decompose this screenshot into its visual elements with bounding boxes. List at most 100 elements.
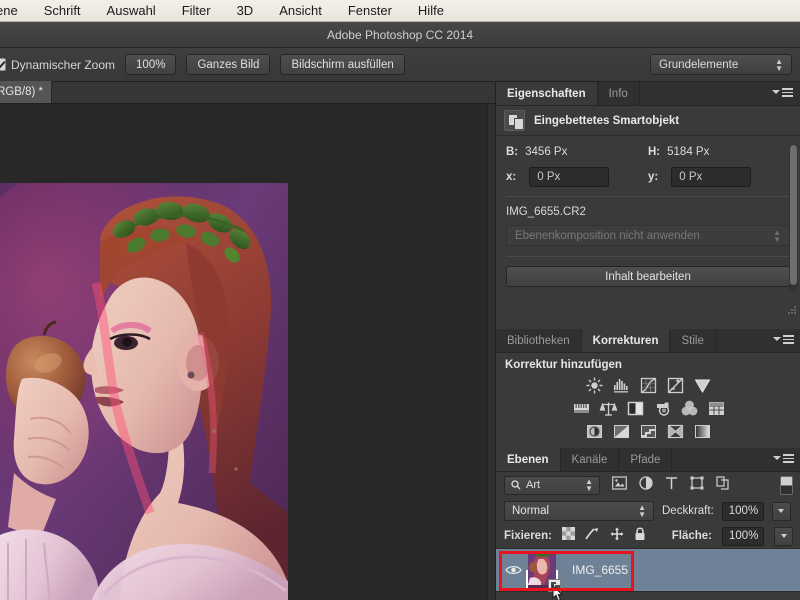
zoom-100-button[interactable]: 100% xyxy=(125,54,177,75)
properties-scrollbar-thumb[interactable] xyxy=(790,145,797,285)
gradient-map-icon[interactable] xyxy=(693,422,712,441)
photo-filter-icon[interactable] xyxy=(653,399,672,418)
fill-stepper[interactable] xyxy=(774,526,793,546)
menu-item-fenster[interactable]: Fenster xyxy=(335,0,405,22)
threshold-icon[interactable] xyxy=(639,422,658,441)
hue-saturation-icon[interactable] xyxy=(572,399,591,418)
filter-pixel-layers-icon[interactable] xyxy=(612,475,627,495)
lock-transparency-icon[interactable] xyxy=(561,527,575,545)
tab-korrekturen[interactable]: Korrekturen xyxy=(581,329,671,352)
selective-color-icon[interactable] xyxy=(666,422,685,441)
document-tabstrip: RGB/8) * xyxy=(0,81,495,104)
dynamic-zoom-label: Dynamischer Zoom xyxy=(11,57,116,72)
x-input[interactable]: 0 Px xyxy=(529,167,610,187)
menu-item-filter[interactable]: Filter xyxy=(169,0,224,22)
properties-header-title: Eingebettetes Smartobjekt xyxy=(534,114,680,127)
search-icon xyxy=(511,480,521,490)
tab-kanaele[interactable]: Kanäle xyxy=(561,448,620,471)
opacity-input[interactable]: 100% xyxy=(721,501,764,521)
dynamic-zoom-checkbox[interactable] xyxy=(0,58,6,71)
table-row[interactable]: IMG_6655 xyxy=(496,548,800,600)
layer-filter-kind-value: Art xyxy=(526,479,541,491)
workspace-selector[interactable]: Grundelemente ▲ ▼ xyxy=(650,54,792,75)
tab-info[interactable]: Info xyxy=(598,82,640,105)
channel-mixer-icon[interactable] xyxy=(680,399,699,418)
fit-image-button[interactable]: Ganzes Bild xyxy=(186,54,271,75)
black-white-icon[interactable] xyxy=(626,399,645,418)
layers-panel: Ebenen Kanäle Pfade Art ▲ ▼ Normal ▲ ▼ D… xyxy=(496,448,800,600)
lock-image-icon[interactable] xyxy=(585,527,600,545)
levels-icon[interactable] xyxy=(612,376,631,395)
chevron-updown-icon: ▲ ▼ xyxy=(773,227,781,244)
mouse-cursor-icon xyxy=(552,584,564,600)
document-tab[interactable]: RGB/8) * xyxy=(0,81,53,103)
fill-label: Fläche: xyxy=(671,530,712,542)
adjustment-icon-row-1 xyxy=(585,376,712,395)
color-lookup-icon[interactable] xyxy=(707,399,726,418)
right-dock: Eigenschaften Info Eingebettetes Smartob… xyxy=(495,82,800,600)
layer-visibility-toggle[interactable] xyxy=(502,564,524,576)
lock-position-icon[interactable] xyxy=(610,527,624,546)
curves-icon[interactable] xyxy=(639,376,658,395)
layers-panel-menu-button[interactable] xyxy=(773,454,794,463)
menubar: ene Schrift Auswahl Filter 3D Ansicht Fe… xyxy=(0,0,800,22)
invert-icon[interactable] xyxy=(585,422,604,441)
opacity-label: Deckkraft: xyxy=(662,505,714,517)
layer-name: IMG_6655 xyxy=(572,563,629,577)
corrections-panel: Bibliotheken Korrekturen Stile Korrektur… xyxy=(496,329,800,448)
filter-adjustment-layers-icon[interactable] xyxy=(639,475,653,495)
lock-label: Fixieren: xyxy=(504,530,552,542)
color-balance-icon[interactable] xyxy=(599,399,618,418)
width-display: B: 3456 Px xyxy=(506,146,648,158)
lock-row: Fixieren: Fläche: 100% xyxy=(496,524,800,548)
layer-thumbnail-wrap[interactable] xyxy=(526,551,564,600)
workspace-selector-value: Grundelemente xyxy=(659,58,739,71)
tab-ebenen[interactable]: Ebenen xyxy=(496,448,561,471)
vibrance-icon[interactable] xyxy=(693,376,712,395)
properties-panel-menu-button[interactable] xyxy=(772,88,793,97)
tab-eigenschaften[interactable]: Eigenschaften xyxy=(496,82,598,105)
filter-smart-objects-icon[interactable] xyxy=(716,475,730,495)
lock-all-icon[interactable] xyxy=(634,527,646,546)
properties-divider-1 xyxy=(506,196,790,197)
menu-item-ansicht[interactable]: Ansicht xyxy=(266,0,335,22)
photoshop-window: ene Schrift Auswahl Filter 3D Ansicht Fe… xyxy=(0,0,800,600)
posterize-icon[interactable] xyxy=(612,422,631,441)
corrections-panel-menu-button[interactable] xyxy=(773,335,794,344)
resize-grip[interactable] xyxy=(785,302,797,314)
menu-item-3d[interactable]: 3D xyxy=(224,0,267,22)
menu-item-auswahl[interactable]: Auswahl xyxy=(94,0,169,22)
properties-scrollbar[interactable] xyxy=(789,144,798,292)
menu-item-ebene[interactable]: ene xyxy=(0,0,31,22)
exposure-icon[interactable] xyxy=(666,376,685,395)
filter-enable-toggle[interactable] xyxy=(780,475,793,495)
filter-type-layers-icon[interactable] xyxy=(665,476,678,495)
edit-content-button[interactable]: Inhalt bearbeiten xyxy=(506,266,790,287)
source-file-name: IMG_6655.CR2 xyxy=(506,206,586,218)
opacity-stepper[interactable] xyxy=(771,501,791,521)
fill-input[interactable]: 100% xyxy=(722,526,764,546)
width-label: B: xyxy=(506,146,519,158)
properties-body: B: 3456 Px H: 5184 Px x: 0 Px y: 0 Px IM… xyxy=(496,136,800,292)
adjustment-icon-row-3 xyxy=(585,422,712,441)
tab-pfade[interactable]: Pfade xyxy=(619,448,673,471)
layer-filter-kind-select[interactable]: Art ▲ ▼ xyxy=(504,475,600,495)
y-input[interactable]: 0 Px xyxy=(671,167,752,187)
layer-list: IMG_6655 xyxy=(496,548,800,600)
blend-mode-select[interactable]: Normal ▲ ▼ xyxy=(504,501,654,521)
menu-item-schrift[interactable]: Schrift xyxy=(31,0,94,22)
layer-comp-select[interactable]: Ebenenkomposition nicht anwenden ▲ ▼ xyxy=(506,225,790,246)
tab-stile[interactable]: Stile xyxy=(670,329,716,352)
menu-item-hilfe[interactable]: Hilfe xyxy=(405,0,457,22)
brightness-contrast-icon[interactable] xyxy=(585,376,604,395)
blend-mode-row: Normal ▲ ▼ Deckkraft: 100% xyxy=(496,498,800,524)
tool-options-bar: Dynamischer Zoom 100% Ganzes Bild Bildsc… xyxy=(0,48,800,82)
blend-mode-value: Normal xyxy=(512,505,550,517)
canvas-area[interactable] xyxy=(0,104,495,600)
filter-shape-layers-icon[interactable] xyxy=(690,476,704,495)
properties-divider-2 xyxy=(506,256,790,257)
fill-screen-button[interactable]: Bildschirm ausfüllen xyxy=(280,54,405,75)
caret-down-icon xyxy=(773,456,781,461)
tab-bibliotheken[interactable]: Bibliotheken xyxy=(496,329,582,352)
properties-header: Eingebettetes Smartobjekt xyxy=(496,106,800,136)
